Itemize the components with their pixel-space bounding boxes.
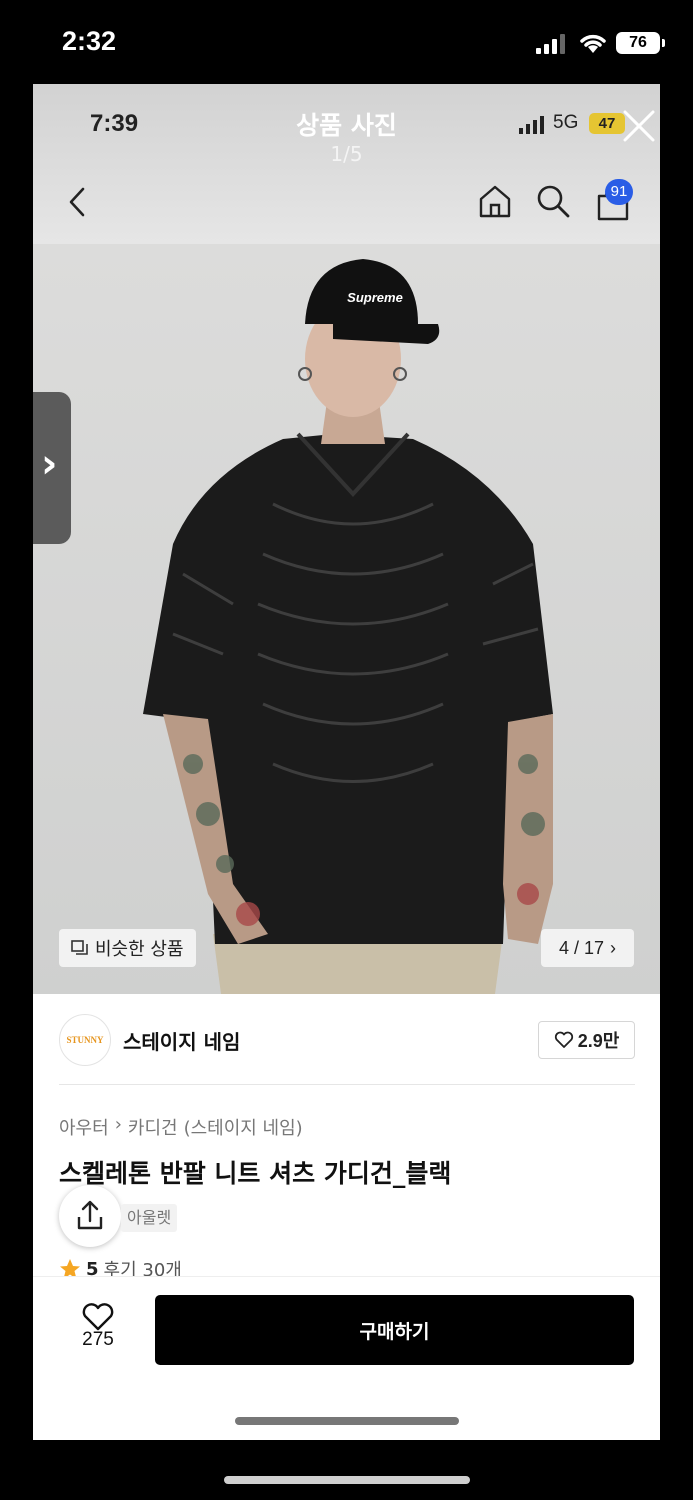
outlet-tag: 아울렛 <box>121 1204 178 1232</box>
wifi-icon <box>580 34 606 53</box>
breadcrumb-outer[interactable]: 아우터 <box>59 1114 109 1140</box>
search-icon[interactable] <box>535 182 571 220</box>
product-photo[interactable]: Supreme › 비슷한 상품 4 / 17 › <box>33 244 660 994</box>
photo-page-text: 4 / 17 <box>558 937 605 958</box>
outer-clock: 2:32 <box>62 26 117 56</box>
store-name[interactable]: 스테이지 네임 <box>123 1026 240 1055</box>
product-title: 스켈레톤 반팔 니트 셔츠 가디건_블랙 <box>59 1159 452 1188</box>
cellular-signal-icon <box>536 34 565 54</box>
cart-count-badge: 91 <box>605 179 633 205</box>
cap-logo: Supreme <box>347 290 403 305</box>
similar-products-label: 비슷한 상품 <box>95 939 184 960</box>
store-row: STUNNY 스테이지 네임 2.9만 <box>33 994 660 1084</box>
breadcrumb-separator: › <box>114 1114 122 1135</box>
viewer-header: 7:39 상품 사진 1/5 5G 47 91 <box>33 84 660 244</box>
store-logo[interactable]: STUNNY <box>59 1014 111 1066</box>
photo-page-indicator[interactable]: 4 / 17 › <box>541 929 634 967</box>
close-icon[interactable] <box>621 108 657 144</box>
chevron-right-small-icon: › <box>610 937 617 958</box>
side-expand-tab[interactable]: › <box>33 392 71 544</box>
outer-status-bar: 2:32 76 <box>0 0 693 84</box>
heart-outline-icon <box>554 1031 573 1048</box>
product-photo-viewer: 7:39 상품 사진 1/5 5G 47 91 Supreme › 비슷한 상품… <box>33 84 660 1440</box>
store-like-button[interactable]: 2.9만 <box>538 1021 635 1059</box>
purchase-bar: 275 구매하기 <box>33 1276 660 1440</box>
inner-home-indicator <box>235 1417 459 1425</box>
home-indicator[interactable] <box>224 1476 470 1484</box>
chevron-right-icon: › <box>41 441 58 487</box>
similar-products-button[interactable]: 비슷한 상품 <box>59 929 196 967</box>
divider <box>59 1084 635 1085</box>
breadcrumb: 아우터 › 카디건 (스테이지 네임) <box>59 1114 303 1140</box>
inner-signal-icon <box>519 116 544 134</box>
wishlist-count: 275 <box>82 1329 114 1350</box>
copy-icon <box>71 940 88 955</box>
share-icon[interactable] <box>59 1185 121 1247</box>
model-photo-illustration: Supreme <box>143 259 553 994</box>
photo-counter: 1/5 <box>330 142 363 166</box>
back-arrow-icon[interactable] <box>63 184 93 220</box>
home-icon[interactable] <box>476 182 514 220</box>
inner-battery: 47 <box>589 113 625 134</box>
buy-button[interactable]: 구매하기 <box>155 1295 634 1365</box>
breadcrumb-cardigan[interactable]: 카디건 <box>128 1114 178 1140</box>
store-like-count: 2.9만 <box>577 1031 620 1051</box>
battery-indicator: 76 <box>616 32 665 54</box>
breadcrumb-brand[interactable]: (스테이지 네임) <box>184 1114 303 1140</box>
network-type: 5G <box>553 112 579 133</box>
